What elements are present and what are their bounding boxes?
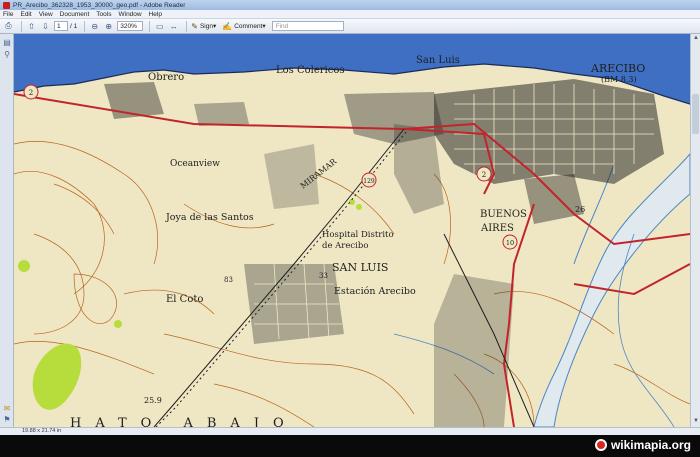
comment-button[interactable]: ✍ Comment ▾ (222, 22, 265, 31)
menu-bar: File Edit View Document Tools Window Hel… (0, 10, 700, 19)
watermark-bar: wikimapia.org (0, 435, 700, 457)
status-bar: 19.88 x 21.74 in (0, 427, 700, 435)
fit-page-icon[interactable]: ▭ (154, 21, 165, 32)
label-oceanview: Oceanview (170, 159, 220, 169)
toolbar-separator (84, 20, 86, 32)
window-title: PR_Arecibo_362328_1953_30000_geo.pdf - A… (13, 1, 186, 9)
label-obrero: Obrero (148, 72, 184, 83)
wikimapia-watermark: wikimapia.org (594, 438, 691, 452)
find-input[interactable]: Find (271, 21, 344, 31)
label-83: 83 (224, 276, 233, 284)
label-san-luis-top: San Luis (416, 55, 460, 66)
page-total: / 1 (70, 22, 78, 30)
label-el-coto: El Coto (166, 294, 203, 305)
label-benchmark-25-9: 25.9 (144, 396, 162, 405)
sign-button[interactable]: ✎ Sign ▾ (191, 22, 216, 31)
route-label-129: 129 (363, 178, 375, 185)
comment-icon: ✍ (222, 21, 233, 31)
menu-window[interactable]: Window (118, 11, 141, 18)
toolbar-separator (149, 20, 151, 32)
route-label-2-left: 2 (29, 89, 33, 97)
label-buenos: BUENOS (480, 209, 527, 220)
zoom-out-icon[interactable]: ⊖ (89, 21, 100, 32)
map-document[interactable]: 2 129 2 10 Obrero Los Colericos San Luis… (14, 34, 690, 427)
navigation-pane: ▤ ⚲ ✉ ⚑ (0, 34, 14, 427)
toolbar: ⎙ ⇧ ⇩ 1 / 1 ⊖ ⊕ 320% ▭ ↔ ✎ Sign ▾ ✍ Comment… (0, 19, 700, 34)
menu-document[interactable]: Document (60, 11, 90, 18)
label-arecibo: ARECIBO (590, 62, 645, 75)
layers-icon[interactable]: ⚑ (2, 415, 12, 424)
map-pin-icon (594, 439, 607, 451)
page-size-readout: 19.88 x 21.74 in (22, 428, 62, 434)
label-bm: (BM 8.3) (601, 75, 637, 84)
signatures-icon[interactable]: ✉ (2, 404, 12, 413)
label-33: 33 (319, 272, 328, 280)
scrollbar-thumb[interactable] (692, 94, 699, 134)
previous-page-icon[interactable]: ⇧ (26, 21, 37, 32)
zoom-in-icon[interactable]: ⊕ (103, 21, 114, 32)
label-26: 26 (575, 205, 585, 214)
scroll-up-icon[interactable]: ▲ (693, 35, 699, 41)
title-bar: PR_Arecibo_362328_1953_30000_geo.pdf - A… (0, 0, 700, 10)
label-joya-de-las-santos: Joya de las Santos (165, 212, 254, 223)
toolbar-separator (186, 20, 188, 32)
route-label-2: 2 (482, 171, 486, 179)
page-number-input[interactable]: 1 (54, 21, 68, 31)
label-aires: AIRES (480, 223, 514, 234)
pen-icon: ✎ (191, 21, 198, 31)
menu-view[interactable]: View (39, 11, 53, 18)
label-hospital-line1: Hospital Distrito (322, 230, 394, 240)
print-icon[interactable]: ⎙ (3, 21, 14, 32)
menu-tools[interactable]: Tools (96, 11, 111, 18)
fit-width-icon[interactable]: ↔ (168, 21, 179, 32)
vertical-scrollbar[interactable]: ▲ ▼ (690, 34, 700, 427)
menu-file[interactable]: File (3, 11, 13, 18)
menu-help[interactable]: Help (149, 11, 162, 18)
menu-edit[interactable]: Edit (20, 11, 31, 18)
app-icon (3, 1, 10, 9)
pages-panel-icon[interactable]: ▤ (2, 38, 12, 47)
label-estacion-arecibo: Estación Arecibo (334, 286, 416, 297)
label-hato-abajo: HATO ABAJO (70, 416, 298, 427)
attachments-icon[interactable]: ⚲ (2, 50, 12, 59)
label-san-luis: SAN LUIS (332, 261, 388, 274)
toolbar-separator (21, 20, 22, 32)
topographic-map: 2 129 2 10 Obrero Los Colericos San Luis… (14, 34, 690, 427)
label-hospital-line2: de Arecibo (322, 241, 368, 251)
route-label-10: 10 (506, 239, 514, 247)
next-page-icon[interactable]: ⇩ (40, 21, 51, 32)
scroll-down-icon[interactable]: ▼ (693, 418, 699, 424)
watermark-text: wikimapia.org (610, 438, 691, 452)
label-los-colericos: Los Colericos (276, 65, 345, 76)
zoom-level-select[interactable]: 320% (117, 21, 144, 31)
